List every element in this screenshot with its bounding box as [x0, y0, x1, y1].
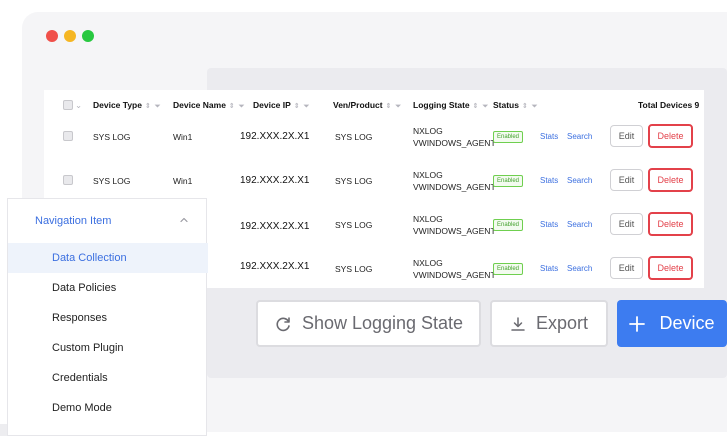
stats-link[interactable]: Stats — [540, 176, 558, 185]
chevron-up-icon[interactable] — [178, 214, 190, 226]
cell-device-ip: 192.XXX.2X.X1 — [240, 261, 310, 272]
cell-device-ip: 192.XXX.2X.X1 — [240, 131, 310, 142]
total-devices-count: Total Devices 9 — [638, 100, 700, 110]
export-label: Export — [535, 313, 589, 333]
select-all-checkbox[interactable] — [63, 100, 73, 110]
delete-button[interactable]: Delete — [648, 212, 693, 236]
cell-device-name: Win1 — [173, 132, 193, 142]
delete-button[interactable]: Delete — [648, 124, 693, 148]
download-icon — [511, 316, 525, 331]
header-status[interactable]: Status ⇕ ⏷ — [493, 100, 538, 111]
cell-device-type: SYS LOG — [93, 176, 131, 186]
nav-item-custom-plugin[interactable]: Custom Plugin — [8, 333, 208, 363]
sort-icon: ⇕ ⏷ — [144, 103, 162, 110]
cell-device-ip: 192.XXX.2X.X1 — [240, 175, 310, 186]
cell-ven-product: SYS LOG — [335, 176, 373, 186]
stats-link[interactable]: Stats — [540, 264, 558, 273]
edit-button[interactable]: Edit — [610, 169, 643, 191]
search-link[interactable]: Search — [567, 132, 592, 141]
show-logging-state-button[interactable]: Show Logging State — [256, 300, 481, 347]
plus-icon — [629, 315, 646, 332]
header-logging-state[interactable]: Logging State ⇕ ⏷ — [413, 100, 489, 111]
cell-ven-product: SYS LOG — [335, 264, 373, 274]
sort-icon: ⇕ ⏷ — [228, 103, 246, 110]
select-all-chevron-icon[interactable]: ⌄ — [75, 100, 82, 111]
search-link[interactable]: Search — [567, 176, 592, 185]
window-controls — [46, 30, 94, 42]
zoom-window-dot[interactable] — [82, 30, 94, 42]
cell-device-type: SYS LOG — [93, 132, 131, 142]
row-checkbox[interactable] — [63, 131, 73, 141]
minimize-window-dot[interactable] — [64, 30, 76, 42]
stats-link[interactable]: Stats — [540, 132, 558, 141]
status-badge: Enabled — [493, 175, 524, 187]
add-device-label: Device — [659, 313, 715, 333]
nav-item-data-policies[interactable]: Data Policies — [8, 273, 208, 303]
navigation-header-label: Navigation Item — [35, 215, 112, 227]
sort-icon: ⇕ ⏷ — [385, 103, 403, 110]
cell-ven-product: SYS LOG — [335, 220, 373, 230]
sort-icon: ⇕ ⏷ — [472, 103, 490, 110]
add-device-button[interactable]: Device — [617, 300, 727, 347]
navigation-menu: Navigation Item Data Collection Data Pol… — [7, 198, 208, 436]
close-window-dot[interactable] — [46, 30, 58, 42]
cell-logging-state: NXLOG VWINDOWS_AGENT — [413, 126, 496, 148]
table-row: SYS LOG Win1 192.XXX.2X.X1 SYS LOG NXLOG… — [44, 115, 704, 159]
sort-icon: ⇕ ⏷ — [293, 103, 311, 110]
nav-item-responses[interactable]: Responses — [8, 303, 208, 333]
status-badge: Enabled — [493, 131, 524, 143]
refresh-icon — [276, 316, 290, 331]
edit-button[interactable]: Edit — [610, 257, 643, 279]
cell-device-ip: 192.XXX.2X.X1 — [240, 221, 310, 232]
cell-logging-state: NXLOG VWINDOWS_AGENT — [413, 258, 496, 280]
row-checkbox[interactable] — [63, 175, 73, 185]
status-badge: Enabled — [493, 263, 524, 275]
cell-device-name: Win1 — [173, 176, 193, 186]
nav-item-credentials[interactable]: Credentials — [8, 363, 208, 393]
header-device-name[interactable]: Device Name ⇕ ⏷ — [173, 100, 245, 111]
table-row: SYS LOG Win1 192.XXX.2X.X1 SYS LOG NXLOG… — [44, 159, 704, 203]
search-link[interactable]: Search — [567, 220, 592, 229]
edit-button[interactable]: Edit — [610, 125, 643, 147]
sort-icon: ⇕ ⏷ — [521, 103, 539, 110]
nav-item-data-collection[interactable]: Data Collection — [8, 243, 208, 273]
header-ven-product[interactable]: Ven/Product ⇕ ⏷ — [333, 100, 402, 111]
navigation-header[interactable]: Navigation Item — [8, 199, 208, 243]
edit-button[interactable]: Edit — [610, 213, 643, 235]
delete-button[interactable]: Delete — [648, 168, 693, 192]
header-device-type[interactable]: Device Type ⇕ ⏷ — [93, 100, 161, 111]
stats-link[interactable]: Stats — [540, 220, 558, 229]
show-logging-state-label: Show Logging State — [301, 313, 464, 333]
cell-logging-state: NXLOG VWINDOWS_AGENT — [413, 214, 496, 236]
export-button[interactable]: Export — [490, 300, 608, 347]
cell-logging-state: NXLOG VWINDOWS_AGENT — [413, 170, 496, 192]
delete-button[interactable]: Delete — [648, 256, 693, 280]
nav-item-demo-mode[interactable]: Demo Mode — [8, 393, 208, 423]
status-badge: Enabled — [493, 219, 524, 231]
search-link[interactable]: Search — [567, 264, 592, 273]
cell-ven-product: SYS LOG — [335, 132, 373, 142]
header-device-ip[interactable]: Device IP ⇕ ⏷ — [253, 100, 310, 111]
